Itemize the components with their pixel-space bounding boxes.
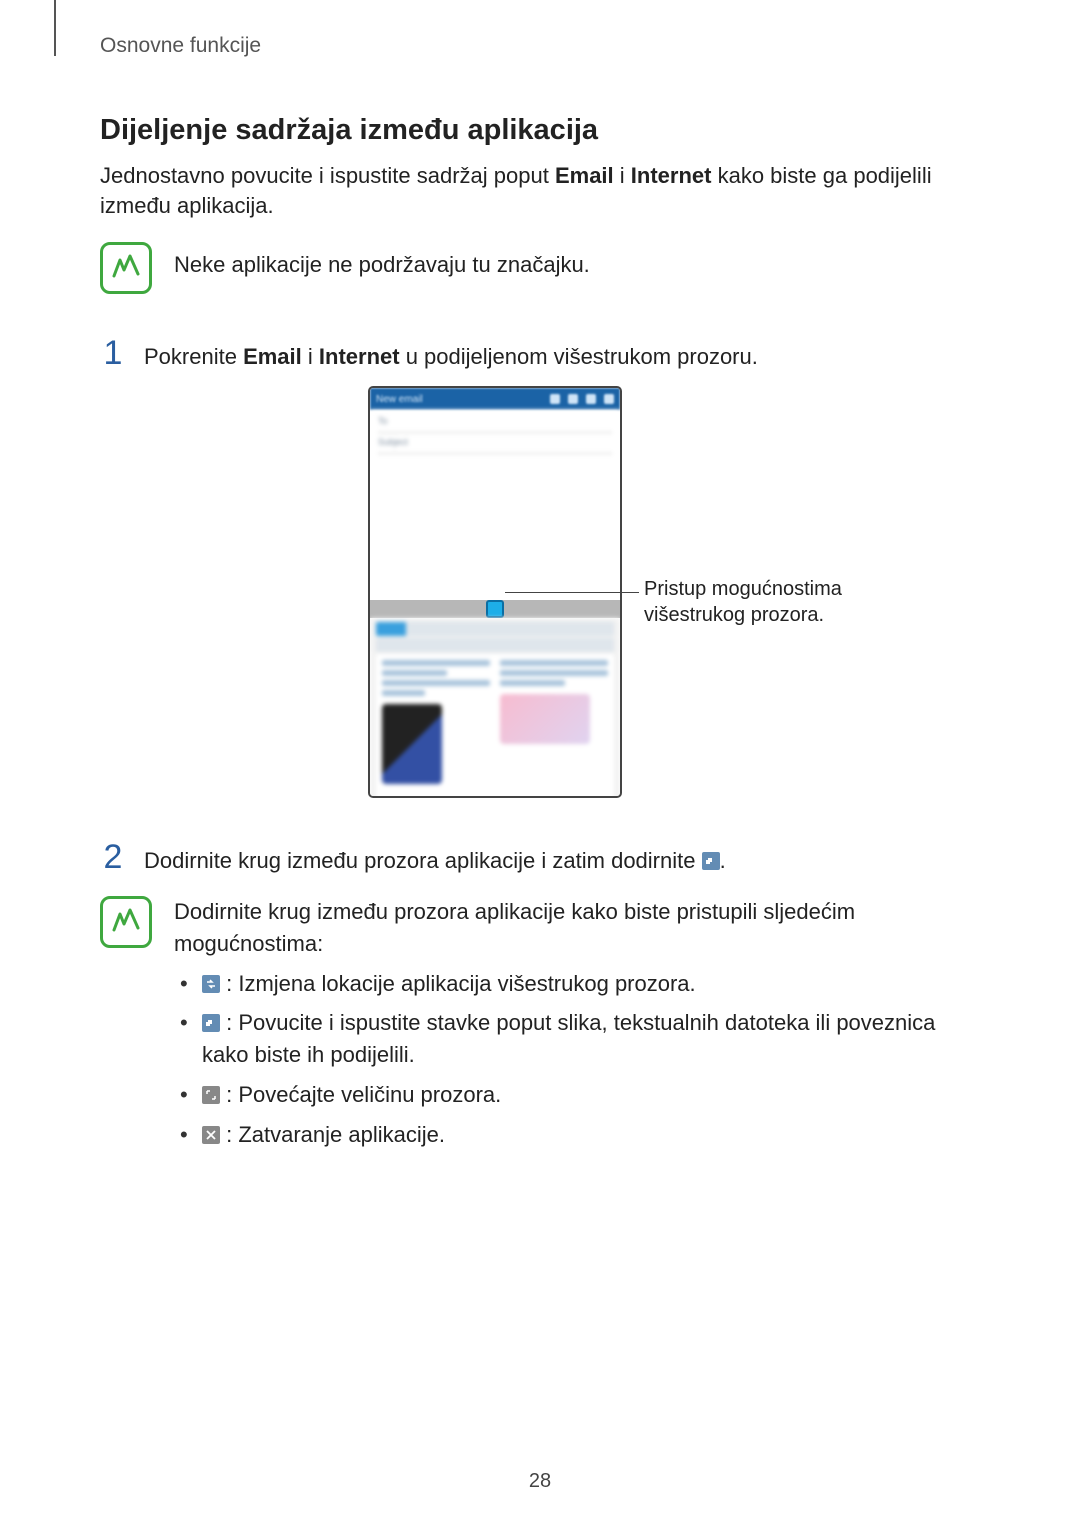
callout-text: Pristup mogućnostima višestrukog prozora… (644, 576, 904, 628)
close-icon (202, 1126, 220, 1144)
step-1-number: 1 (100, 336, 126, 370)
web-image-placeholder (382, 704, 442, 784)
multiwindow-divider (370, 600, 620, 618)
intro-paragraph: Jednostavno povucite i ispustite sadržaj… (100, 161, 980, 220)
intro-bold-1: Email (555, 163, 614, 188)
option-move: : Povucite i ispustite stavke poput slik… (174, 1007, 980, 1071)
step-1: 1 Pokrenite Email i Internet u podijelje… (100, 336, 980, 372)
intro-bold-2: Internet (631, 163, 712, 188)
close-icon (586, 394, 596, 404)
option-swap: : Izmjena lokacije aplikacija višestruko… (174, 968, 980, 1000)
note-text: Neke aplikacije ne podržavaju tu značajk… (174, 242, 590, 280)
callout-leader (505, 592, 639, 593)
attach-icon (550, 394, 560, 404)
options-intro: Dodirnite krug između prozora aplikacije… (174, 896, 980, 960)
more-icon (568, 394, 578, 404)
step-1-text: Pokrenite Email i Internet u podijeljeno… (144, 336, 758, 372)
browser-urlbar (376, 638, 614, 652)
web-image-placeholder (500, 694, 590, 744)
note-block: Neke aplikacije ne podržavaju tu značajk… (100, 242, 980, 294)
option-close: : Zatvaranje aplikacije. (174, 1119, 980, 1151)
step1-pre: Pokrenite (144, 344, 243, 369)
page-number: 28 (0, 1470, 1080, 1493)
step-2-number: 2 (100, 840, 126, 874)
step-2-text: Dodirnite krug između prozora aplikacije… (144, 840, 726, 876)
intro-mid: i (614, 163, 631, 188)
email-title: New email (376, 394, 423, 405)
phone-titlebar: New email (370, 388, 620, 410)
send-icon (604, 394, 614, 404)
option-maximize: : Povećajte veličinu prozora. (174, 1079, 980, 1111)
intro-pre: Jednostavno povucite i ispustite sadržaj… (100, 163, 555, 188)
step2-text: Dodirnite krug između prozora aplikacije… (144, 848, 702, 873)
subject-field: Subject (378, 437, 612, 447)
move-icon (702, 852, 720, 870)
note-icon (100, 896, 152, 948)
browser-tabbar (376, 622, 614, 636)
step1-mid: i (302, 344, 319, 369)
option-max-text: : Povećajte veličinu prozora. (220, 1082, 501, 1107)
figure: New email To Subject (100, 386, 980, 816)
move-icon (202, 1014, 220, 1032)
margin-rule (54, 0, 56, 56)
running-header: Osnovne funkcije (100, 34, 980, 58)
step1-b2: Internet (319, 344, 400, 369)
multiwindow-handle-icon (486, 600, 504, 618)
section-title: Dijeljenje sadržaja između aplikacija (100, 114, 980, 147)
step1-b1: Email (243, 344, 302, 369)
option-move-text: : Povucite i ispustite stavke poput slik… (202, 1010, 935, 1067)
option-close-text: : Zatvaranje aplikacije. (220, 1122, 445, 1147)
email-pane: To Subject (370, 410, 620, 600)
note-icon (100, 242, 152, 294)
to-field: To (378, 416, 612, 426)
browser-pane (370, 618, 620, 798)
options-list: : Izmjena lokacije aplikacija višestruko… (174, 968, 980, 1151)
option-swap-text: : Izmjena lokacije aplikacija višestruko… (220, 971, 696, 996)
step1-post: u podijeljenom višestrukom prozoru. (400, 344, 758, 369)
maximize-icon (202, 1086, 220, 1104)
options-note: Dodirnite krug između prozora aplikacije… (100, 896, 980, 1159)
step-2: 2 Dodirnite krug između prozora aplikaci… (100, 840, 980, 876)
browser-content (376, 654, 614, 798)
options-body: Dodirnite krug između prozora aplikacije… (174, 896, 980, 1159)
titlebar-icons (550, 394, 614, 404)
swap-icon (202, 975, 220, 993)
step2-period: . (720, 848, 726, 873)
